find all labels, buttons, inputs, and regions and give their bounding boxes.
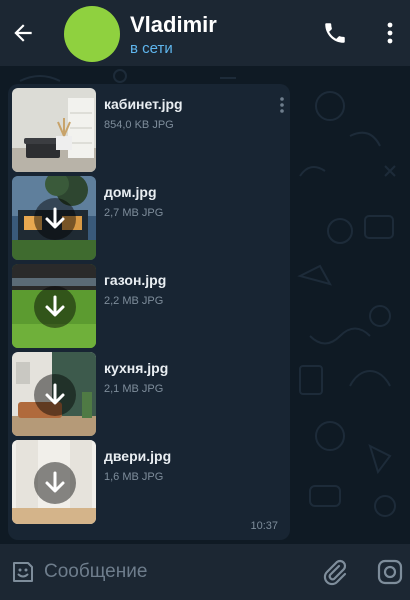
file-item[interactable]: кабинет.jpg 854,0 KB JPG — [12, 88, 286, 172]
more-vertical-icon[interactable] — [380, 20, 400, 46]
avatar[interactable] — [64, 6, 120, 62]
download-icon[interactable] — [34, 374, 76, 416]
file-name: кабинет.jpg — [104, 96, 183, 112]
file-meta: 2,1 MB JPG — [104, 383, 164, 395]
file-meta: 854,0 KB JPG — [104, 119, 174, 131]
file-name: двери.jpg — [104, 448, 172, 464]
file-message-bubble[interactable]: кабинет.jpg 854,0 KB JPG дом.jpg 2,7 MB … — [8, 84, 290, 540]
file-name: кухня.jpg — [104, 360, 169, 376]
file-thumbnail[interactable] — [12, 440, 96, 524]
phone-icon[interactable] — [322, 20, 348, 46]
file-item[interactable]: дом.jpg 2,7 MB JPG — [12, 176, 286, 260]
file-thumbnail[interactable] — [12, 176, 96, 260]
file-item[interactable]: двери.jpg 1,6 MB JPG — [12, 440, 286, 524]
message-input[interactable] — [44, 556, 304, 588]
chat-header: Vladimir в сети — [0, 0, 410, 66]
file-name: дом.jpg — [104, 184, 157, 200]
sticker-icon[interactable] — [10, 559, 36, 585]
camera-icon[interactable] — [376, 558, 404, 586]
chat-area[interactable]: кабинет.jpg 854,0 KB JPG дом.jpg 2,7 MB … — [0, 66, 410, 544]
contact-status: в сети — [130, 40, 173, 57]
contact-name[interactable]: Vladimir — [130, 12, 217, 38]
file-meta: 2,2 MB JPG — [104, 295, 164, 307]
download-icon[interactable] — [34, 198, 76, 240]
file-meta: 2,7 MB JPG — [104, 207, 164, 219]
file-thumbnail[interactable] — [12, 264, 96, 348]
file-meta: 1,6 MB JPG — [104, 471, 164, 483]
file-thumbnail[interactable] — [12, 352, 96, 436]
download-icon[interactable] — [34, 462, 76, 504]
file-name: газон.jpg — [104, 272, 167, 288]
message-time: 10:37 — [250, 520, 278, 532]
message-input-bar — [0, 544, 410, 600]
back-arrow-icon[interactable] — [10, 20, 36, 46]
office-photo — [12, 88, 96, 172]
file-item[interactable]: кухня.jpg 2,1 MB JPG — [12, 352, 286, 436]
attach-icon[interactable] — [320, 558, 348, 586]
message-menu-icon[interactable] — [278, 96, 286, 114]
file-thumbnail[interactable] — [12, 88, 96, 172]
file-item[interactable]: газон.jpg 2,2 MB JPG — [12, 264, 286, 348]
download-icon[interactable] — [34, 286, 76, 328]
